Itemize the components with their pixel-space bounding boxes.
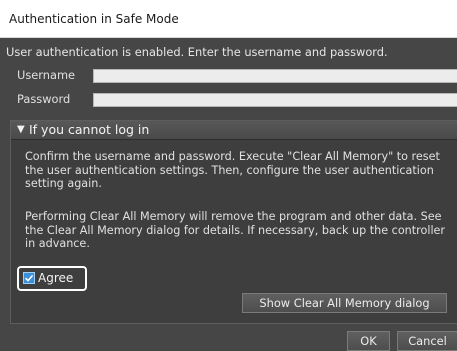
title-bar: Authentication in Safe Mode [0,0,457,38]
agree-checkbox-highlight[interactable]: Agree [17,266,87,291]
instructions-paragraph: Confirm the username and password. Execu… [25,150,440,191]
show-clear-all-memory-button[interactable]: Show Clear All Memory dialog [242,293,447,313]
section-header-label: If you cannot log in [29,122,150,137]
agree-checkbox[interactable] [23,272,35,284]
username-label: Username [17,68,76,82]
cancel-button[interactable]: Cancel [397,331,457,351]
window-title: Authentication in Safe Mode [9,12,179,26]
cannot-login-section: ▼ If you cannot log in Confirm the usern… [10,120,457,324]
password-label: Password [17,92,71,106]
username-input[interactable] [93,69,457,83]
dialog-body: User authentication is enabled. Enter th… [0,38,457,351]
password-input[interactable] [93,93,457,107]
warning-paragraph: Performing Clear All Memory will remove … [25,210,446,251]
intro-text: User authentication is enabled. Enter th… [6,45,388,59]
triangle-down-icon: ▼ [17,124,25,135]
ok-button[interactable]: OK [347,331,390,351]
checkmark-icon [24,274,34,282]
cannot-login-section-header[interactable]: ▼ If you cannot log in [11,121,457,140]
agree-label: Agree [38,271,74,285]
